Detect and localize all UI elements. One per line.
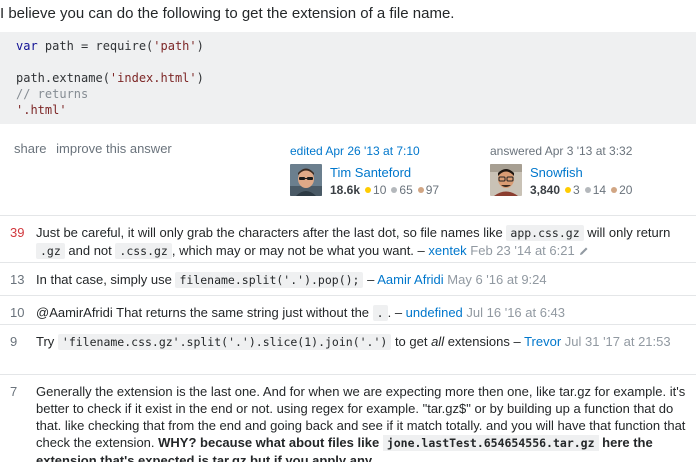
comment-bold-text: WHY? because what about files like bbox=[158, 435, 383, 450]
comment-body: Try 'filename.css.gz'.split('.').slice(1… bbox=[36, 333, 686, 351]
answer-text: I believe you can do the following to ge… bbox=[0, 5, 455, 22]
silver-badge-icon bbox=[391, 187, 398, 194]
code-string: 'index.html' bbox=[109, 71, 197, 85]
comment-user-link[interactable]: xentek bbox=[428, 243, 466, 258]
comment-text: , which may or may not be what you want.… bbox=[171, 243, 429, 258]
author-card: Snowfish 3,840 3 14 20 bbox=[490, 164, 632, 200]
bronze-badge-icon bbox=[611, 187, 618, 194]
editor-signature: edited Apr 26 '13 at 7:10 Tim Santeford … bbox=[290, 144, 439, 200]
comment-user-link[interactable]: undefined bbox=[406, 305, 463, 320]
inline-code: jone.lastTest.654654556.tar.gz bbox=[382, 435, 599, 451]
comment-body: Generally the extension is the last one.… bbox=[36, 383, 686, 462]
comment-date-link[interactable]: May 6 '16 at 9:24 bbox=[444, 272, 546, 287]
code-line-4: // returns bbox=[16, 87, 89, 101]
comment-score: 7 bbox=[10, 384, 18, 399]
comment-user-link[interactable]: Trevor bbox=[524, 334, 561, 349]
code-line-1: var path = require('path') bbox=[16, 38, 680, 54]
inline-code: 'filename.css.gz'.split('.').slice(1).jo… bbox=[57, 334, 392, 350]
comment-body: In that case, simply use filename.split(… bbox=[36, 271, 686, 289]
comment-user-link[interactable]: Aamir Afridi bbox=[377, 272, 443, 287]
comment-date-link[interactable]: Jul 16 '16 at 6:43 bbox=[463, 305, 565, 320]
inline-code: .gz bbox=[36, 243, 65, 259]
edited-timestamp-link[interactable]: edited Apr 26 '13 at 7:10 bbox=[290, 144, 420, 158]
comment-text: . – bbox=[387, 305, 406, 320]
comment-text: and not bbox=[64, 243, 116, 258]
code-text: path.extname( bbox=[16, 71, 110, 85]
editor-card: Tim Santeford 18.6k 10 65 97 bbox=[290, 164, 439, 200]
silver-badge-icon bbox=[584, 187, 591, 194]
code-text: ) bbox=[196, 71, 204, 85]
code-string: 'path' bbox=[153, 39, 197, 53]
silver-badge-count: 14 bbox=[592, 183, 607, 197]
comment-score: 9 bbox=[10, 334, 18, 349]
answer-view: I believe you can do the following to ge… bbox=[0, 0, 696, 462]
gold-badge-icon bbox=[365, 187, 372, 194]
comment-emphasis: all bbox=[431, 334, 445, 349]
reputation-score: 18.6k bbox=[330, 183, 361, 197]
reputation: 3,840 3 14 20 bbox=[530, 183, 632, 197]
editor-name-link[interactable]: Tim Santeford bbox=[330, 165, 411, 180]
comment-date-link[interactable]: Feb 23 '14 at 6:21 bbox=[467, 243, 574, 258]
comment-text: Just be careful, it will only grab the c… bbox=[36, 225, 507, 240]
avatar[interactable] bbox=[490, 164, 522, 196]
improve-answer-link[interactable]: improve this answer bbox=[56, 141, 172, 156]
comment-text: will only return bbox=[583, 225, 671, 240]
reputation: 18.6k 10 65 97 bbox=[330, 183, 439, 197]
comment-score: 13 bbox=[10, 272, 25, 287]
gold-badge-count: 3 bbox=[573, 183, 580, 197]
code-keyword: var bbox=[16, 39, 38, 53]
comment: 10 @AamirAfridi That returns the same st… bbox=[0, 295, 696, 324]
code-line-5: '.html' bbox=[16, 103, 67, 117]
reputation-score: 3,840 bbox=[530, 183, 561, 197]
comment: 9 Try 'filename.css.gz'.split('.').slice… bbox=[0, 324, 696, 374]
code-block: var path = require('path') path.extname(… bbox=[0, 32, 696, 124]
comment-text: to get bbox=[391, 334, 432, 349]
inline-code: filename.split('.').pop(); bbox=[175, 272, 364, 288]
inline-code: . bbox=[372, 305, 388, 321]
share-link[interactable]: share bbox=[14, 141, 47, 156]
author-signature: answered Apr 3 '13 at 3:32 Snowfish 3,84… bbox=[490, 144, 632, 200]
bronze-badge-count: 20 bbox=[619, 183, 633, 197]
comment-text: Try bbox=[36, 334, 58, 349]
inline-code: app.css.gz bbox=[506, 225, 584, 241]
comment-text: – bbox=[363, 272, 378, 287]
comment-score: 10 bbox=[10, 305, 25, 320]
avatar[interactable] bbox=[290, 164, 322, 196]
bronze-badge-count: 97 bbox=[425, 183, 440, 197]
silver-badge-count: 65 bbox=[399, 183, 413, 197]
gold-badge-icon bbox=[565, 187, 572, 194]
comment: 13 In that case, simply use filename.spl… bbox=[0, 262, 696, 295]
comment-body: @AamirAfridi That returns the same strin… bbox=[36, 304, 686, 322]
inline-code: .css.gz bbox=[115, 243, 172, 259]
answered-timestamp[interactable]: answered Apr 3 '13 at 3:32 bbox=[490, 144, 632, 158]
code-text: path = require( bbox=[37, 39, 154, 53]
code-line-3: path.extname('index.html') bbox=[16, 70, 680, 86]
comment-body: Just be careful, it will only grab the c… bbox=[36, 224, 686, 260]
comment-text: @AamirAfridi That returns the same strin… bbox=[36, 305, 373, 320]
comment: 7 Generally the extension is the last on… bbox=[0, 374, 696, 462]
comment: 39 Just be careful, it will only grab th… bbox=[0, 215, 696, 260]
comment-text: In that case, simply use bbox=[36, 272, 176, 287]
author-name-link[interactable]: Snowfish bbox=[530, 165, 583, 180]
code-text: ) bbox=[196, 39, 204, 53]
comment-date-link[interactable]: Jul 31 '17 at 21:53 bbox=[561, 334, 671, 349]
pencil-icon bbox=[579, 247, 588, 255]
bronze-badge-icon bbox=[417, 187, 424, 194]
gold-badge-count: 10 bbox=[373, 183, 387, 197]
comment-text: extensions – bbox=[444, 334, 525, 349]
comment-score: 39 bbox=[10, 225, 25, 240]
post-menu: share improve this answer bbox=[14, 141, 178, 156]
